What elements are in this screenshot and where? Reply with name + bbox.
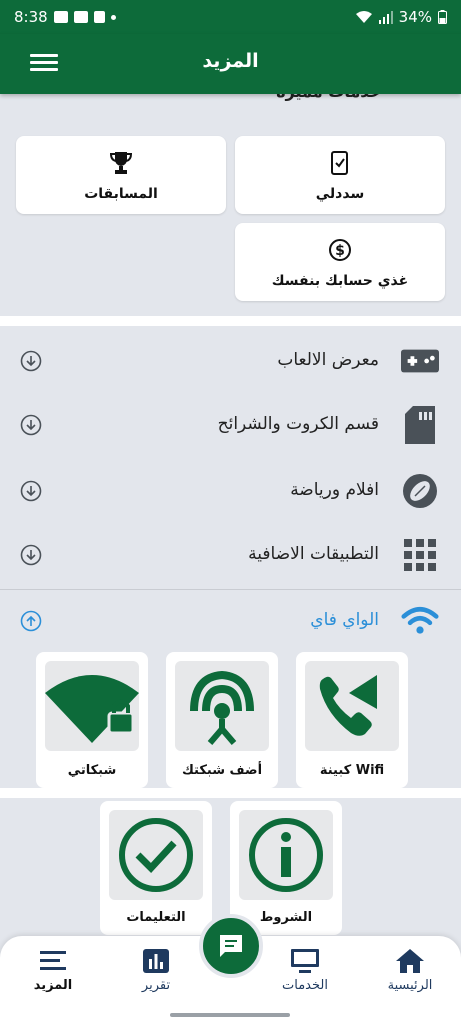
info-card-instructions[interactable]: التعليمات xyxy=(100,801,212,935)
phone-check-icon xyxy=(329,148,351,178)
check-circle-icon xyxy=(109,810,203,900)
home-indicator[interactable] xyxy=(170,1013,290,1017)
list-item-cards-sims[interactable]: قسم الكروت والشرائح xyxy=(0,394,461,456)
nav-report[interactable]: تقرير xyxy=(116,948,196,1002)
monitor-icon xyxy=(291,949,319,973)
wifi-signal-icon xyxy=(355,11,372,23)
info-card-terms[interactable]: الشروط xyxy=(230,801,342,935)
apps-grid-icon xyxy=(401,536,439,574)
list-item-label: التطبيقات الاضافية xyxy=(248,544,379,564)
home-icon xyxy=(396,949,424,973)
chat-icon xyxy=(220,935,242,957)
dollar-circle-icon: $ xyxy=(328,235,352,265)
info-card-label: التعليمات xyxy=(126,910,186,925)
wifi-card-label: كبينة Wifi xyxy=(319,763,385,778)
app-bar: المزيد xyxy=(0,34,461,94)
nav-label: الخدمات xyxy=(282,978,328,993)
antenna-icon xyxy=(175,661,269,751)
list-item-label: الواي فاي xyxy=(310,610,379,630)
gamepad-icon xyxy=(401,342,439,380)
divider xyxy=(0,316,461,326)
list-item-games[interactable]: معرض الالعاب xyxy=(0,330,461,392)
trophy-icon xyxy=(109,148,133,178)
chevron-up-circle-icon xyxy=(20,610,42,632)
nav-services[interactable]: الخدمات xyxy=(265,948,345,1002)
wifi-card-label: أضف شبكتك xyxy=(181,763,263,778)
gallery-icon xyxy=(73,11,88,23)
divider xyxy=(0,788,461,798)
status-bar: 8:38 34% xyxy=(0,0,461,34)
football-icon xyxy=(401,472,439,510)
notification-dot-icon xyxy=(110,14,116,20)
wifi-card-add-network[interactable]: أضف شبكتك xyxy=(166,652,278,788)
cell-signal-icon xyxy=(378,10,393,24)
chevron-down-circle-icon xyxy=(20,414,42,436)
list-item-movies-sports[interactable]: افلام ورياضة xyxy=(0,460,461,522)
list-item-extra-apps[interactable]: التطبيقات الاضافية xyxy=(0,524,461,586)
wifi-card-booth[interactable]: كبينة Wifi xyxy=(296,652,408,788)
chat-button[interactable] xyxy=(199,914,263,978)
chevron-down-circle-icon xyxy=(20,480,42,502)
wifi-lock-icon xyxy=(45,661,139,751)
nav-more[interactable]: المزيد xyxy=(13,948,93,1002)
wifi-card-my-networks[interactable]: شبكاتي xyxy=(36,652,148,788)
battery-level: 34% xyxy=(398,8,432,26)
card-topup[interactable]: $ غذي حسابك بنفسك xyxy=(235,223,445,301)
gesture-bar xyxy=(0,1008,461,1024)
card-label: غذي حسابك بنفسك xyxy=(271,273,409,289)
card-saddidli[interactable]: سددلي xyxy=(235,136,445,214)
chevron-down-circle-icon xyxy=(20,544,42,566)
list-item-label: افلام ورياضة xyxy=(290,480,379,500)
wifi-phone-icon xyxy=(305,661,399,751)
info-icon xyxy=(239,810,333,900)
list-item-label: قسم الكروت والشرائح xyxy=(217,414,379,434)
sim-card-icon xyxy=(401,406,439,444)
card-competitions[interactable]: المسابقات xyxy=(16,136,226,214)
message-icon xyxy=(53,11,68,23)
nav-label: المزيد xyxy=(33,978,73,993)
svg-text:$: $ xyxy=(335,243,345,259)
card-label: سددلي xyxy=(315,186,365,202)
page-title: المزيد xyxy=(202,50,259,72)
status-time: 8:38 xyxy=(14,8,48,26)
nav-home[interactable]: الرئيسية xyxy=(370,948,450,1002)
bar-chart-icon xyxy=(143,949,169,973)
card-label: المسابقات xyxy=(84,186,158,202)
battery-icon xyxy=(438,10,447,24)
nav-label: تقرير xyxy=(141,978,171,993)
list-item-wifi[interactable]: الواي فاي xyxy=(0,590,461,652)
list-item-label: معرض الالعاب xyxy=(277,350,379,370)
wifi-icon xyxy=(401,602,439,640)
nav-label: الرئيسية xyxy=(387,978,433,993)
wifi-card-label: شبكاتي xyxy=(67,763,117,778)
list-icon xyxy=(40,951,66,970)
chevron-down-circle-icon xyxy=(20,350,42,372)
sd-card-icon xyxy=(93,11,105,23)
